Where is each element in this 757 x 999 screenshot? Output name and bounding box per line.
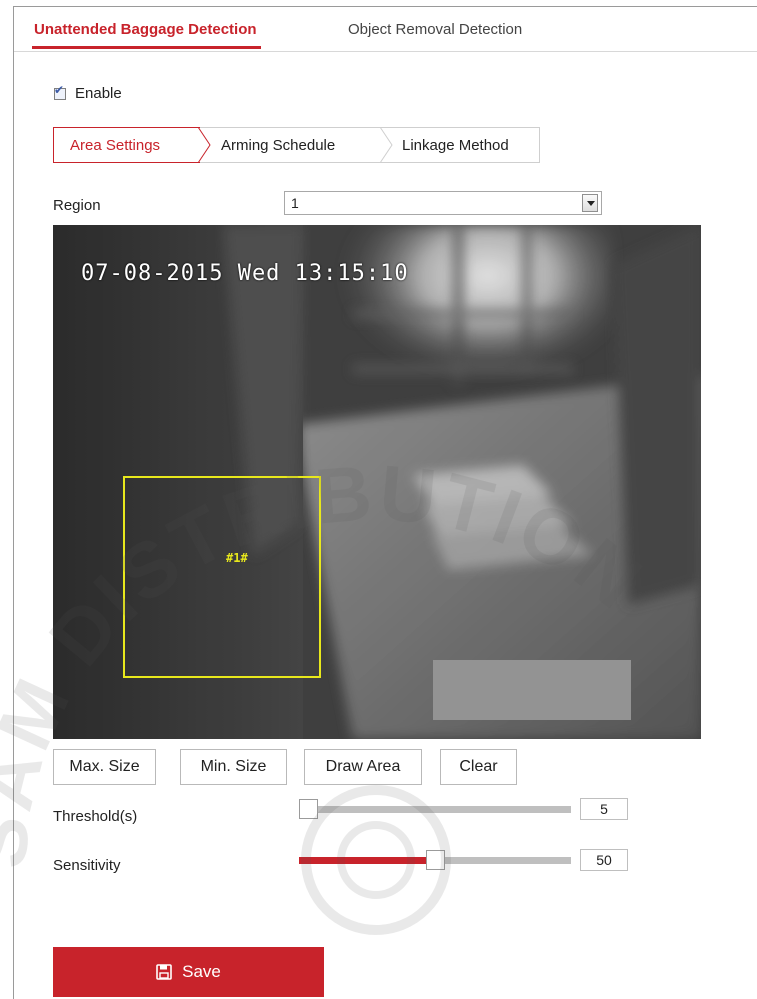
osd-timestamp: 07-08-2015 Wed 13:15:10 <box>81 261 409 286</box>
sensitivity-value[interactable]: 50 <box>580 849 628 871</box>
threshold-slider[interactable] <box>299 799 571 819</box>
detection-area-box[interactable]: #1# <box>123 476 321 678</box>
tab-unattended-baggage-detection[interactable]: Unattended Baggage Detection <box>32 21 261 49</box>
privacy-mask <box>433 660 631 720</box>
subtab-separator-chevron-icon <box>380 127 393 163</box>
max-size-button[interactable]: Max. Size <box>53 749 156 785</box>
dropdown-arrow-icon[interactable] <box>582 194 598 212</box>
threshold-value[interactable]: 5 <box>580 798 628 820</box>
subtab-area-settings[interactable]: Area Settings <box>70 137 160 154</box>
settings-subtabs: Area Settings Arming Schedule Linkage Me… <box>53 127 540 163</box>
sensitivity-slider-fill <box>299 857 436 864</box>
subtab-active-chevron-icon <box>198 127 211 163</box>
detection-area-label: #1# <box>226 551 248 565</box>
region-label: Region <box>53 197 101 214</box>
detection-panel: Unattended Baggage Detection Object Remo… <box>13 6 757 999</box>
subtab-linkage-method[interactable]: Linkage Method <box>402 137 509 154</box>
floppy-disk-icon <box>156 964 172 980</box>
tab-object-removal-detection[interactable]: Object Removal Detection <box>348 21 522 38</box>
checkmark-icon: ✔ <box>54 82 65 97</box>
live-video-preview[interactable]: 07-08-2015 Wed 13:15:10 #1# <box>53 225 701 739</box>
clear-button[interactable]: Clear <box>440 749 517 785</box>
enable-label: Enable <box>75 85 122 102</box>
threshold-slider-handle[interactable] <box>299 799 318 819</box>
min-size-button[interactable]: Min. Size <box>180 749 287 785</box>
enable-checkbox[interactable]: ✔ <box>54 83 66 100</box>
draw-area-button[interactable]: Draw Area <box>304 749 422 785</box>
sensitivity-slider[interactable] <box>299 850 571 870</box>
region-value: 1 <box>291 195 299 211</box>
subtab-arming-schedule[interactable]: Arming Schedule <box>221 137 335 154</box>
sensitivity-slider-handle[interactable] <box>426 850 445 870</box>
save-button[interactable]: Save <box>53 947 324 997</box>
detection-tabs: Unattended Baggage Detection Object Remo… <box>14 7 757 52</box>
threshold-label: Threshold(s) <box>53 808 138 825</box>
enable-row: ✔ Enable <box>54 83 122 102</box>
sensitivity-label: Sensitivity <box>53 857 121 874</box>
region-select[interactable]: 1 <box>284 191 602 215</box>
save-button-label: Save <box>182 962 221 981</box>
